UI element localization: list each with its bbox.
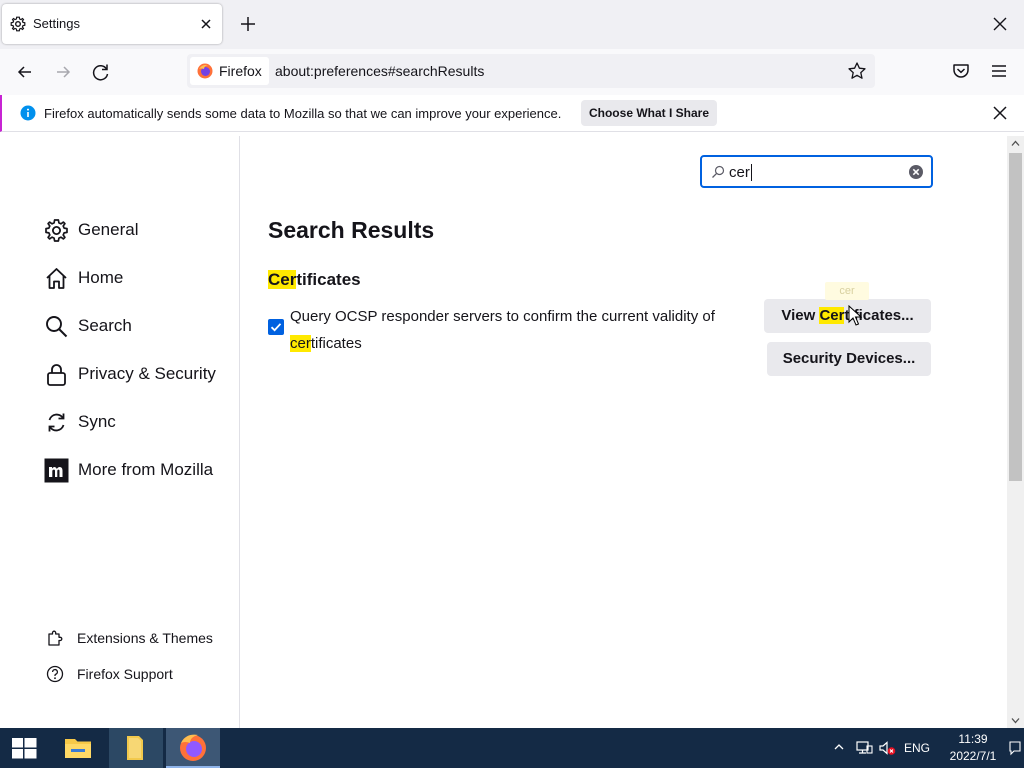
checkmark-icon [270,323,282,332]
scroll-down-icon[interactable] [1011,716,1020,725]
windows-icon [12,738,37,759]
sidebar-item-label: Firefox Support [77,666,173,682]
sidebar-item-search[interactable]: Search [44,311,229,341]
search-highlight: Cer [819,307,845,324]
clock-time: 11:39 [958,732,988,746]
url-bar[interactable]: Firefox about:preferences#searchResults [187,54,875,88]
window-close-icon[interactable] [988,12,1012,36]
language-indicator[interactable]: ENG [904,741,930,755]
sidebar-item-privacy-security[interactable]: Privacy & Security [44,359,229,389]
sidebar-item-label: General [78,220,139,239]
identity-label: Firefox [219,63,262,79]
settings-sidebar: General Home Search Privacy & Security S… [0,136,240,728]
clock[interactable]: 11:39 2022/7/1 [942,731,1004,765]
mouse-cursor-icon [848,305,862,326]
mozilla-icon [44,458,69,483]
scrollbar-thumb[interactable] [1009,153,1022,481]
pocket-icon[interactable] [950,60,972,82]
search-value: cer [729,164,750,181]
help-icon [46,665,64,683]
firefox-taskbar-button[interactable] [166,728,220,768]
sidebar-item-label: Sync [78,412,116,431]
sidebar-item-sync[interactable]: Sync [44,407,229,437]
firefox-icon [180,734,206,761]
files-app-button[interactable] [109,728,163,768]
tab-settings[interactable]: Settings [2,4,222,44]
tab-strip: Settings [0,0,1024,49]
start-button[interactable] [0,728,48,768]
ocsp-checkbox[interactable] [268,319,284,335]
home-icon [46,268,67,289]
bookmark-star-icon[interactable] [846,60,868,82]
hamburger-menu-icon[interactable] [988,60,1010,82]
text-caret [751,164,752,181]
taskbar: ENG 11:39 2022/7/1 [0,728,1024,768]
sidebar-item-general[interactable]: General [44,215,229,245]
page-title: Search Results [268,217,435,243]
puzzle-icon [48,630,63,646]
file-explorer-button[interactable] [52,728,104,768]
clear-search-icon[interactable] [908,164,924,180]
scroll-up-icon[interactable] [1011,139,1020,148]
firefox-icon [197,63,213,79]
search-highlight: Cer [268,270,297,289]
lock-icon [47,364,66,386]
sidebar-item-label: Search [78,316,132,335]
sidebar-item-home[interactable]: Home [44,263,229,293]
close-tab-icon[interactable] [196,14,216,34]
file-icon [127,736,143,760]
ocsp-checkbox-label: Query OCSP responder servers to confirm … [290,303,760,357]
volume-muted-icon[interactable] [878,740,896,756]
certificates-group-title: Certificates [268,270,361,290]
sidebar-item-label: More from Mozilla [78,460,214,479]
sidebar-item-firefox-support[interactable]: Firefox Support [46,663,236,685]
tab-title: Settings [33,16,80,31]
gear-icon [10,16,26,32]
ocsp-text-rest: tificates [310,335,362,352]
search-highlight: cer [290,335,311,352]
notifications-icon[interactable] [1008,740,1022,756]
sidebar-item-extensions-themes[interactable]: Extensions & Themes [46,627,236,649]
info-icon [20,105,36,121]
notification-bar: Firefox automatically sends some data to… [0,95,1024,132]
search-icon [46,316,68,338]
sidebar-item-label: Extensions & Themes [77,630,213,646]
search-tooltip: cer [825,282,869,300]
settings-content: cer Search Results Certificates Query OC… [241,136,1007,728]
group-title-rest: tificates [296,270,361,289]
sync-icon [48,413,65,432]
gear-icon [45,219,68,242]
settings-search-input[interactable]: cer [700,155,933,188]
folder-icon [65,739,91,758]
sidebar-item-more-from-mozilla[interactable]: More from Mozilla [44,455,229,485]
search-icon [712,165,725,178]
clock-date: 2022/7/1 [949,749,997,763]
choose-what-i-share-button[interactable]: Choose What I Share [581,100,717,126]
security-devices-button[interactable]: Security Devices... [767,342,931,376]
forward-icon[interactable] [49,59,77,85]
new-tab-button[interactable] [236,12,260,36]
sidebar-item-label: Home [78,268,124,287]
button-text: View [781,307,820,324]
close-notification-icon[interactable] [990,103,1010,123]
back-icon[interactable] [11,59,39,85]
sidebar-item-label: Privacy & Security [78,364,216,383]
identity-box[interactable]: Firefox [190,57,269,85]
notification-text: Firefox automatically sends some data to… [44,106,562,121]
ocsp-text: Query OCSP responder servers to confirm … [290,308,715,325]
tray-expand-icon[interactable] [832,740,846,754]
reload-icon[interactable] [87,59,115,85]
network-icon[interactable] [855,740,873,756]
scrollbar[interactable] [1007,136,1024,728]
url-text[interactable]: about:preferences#searchResults [275,63,484,79]
nav-toolbar: Firefox about:preferences#searchResults [0,49,1024,95]
